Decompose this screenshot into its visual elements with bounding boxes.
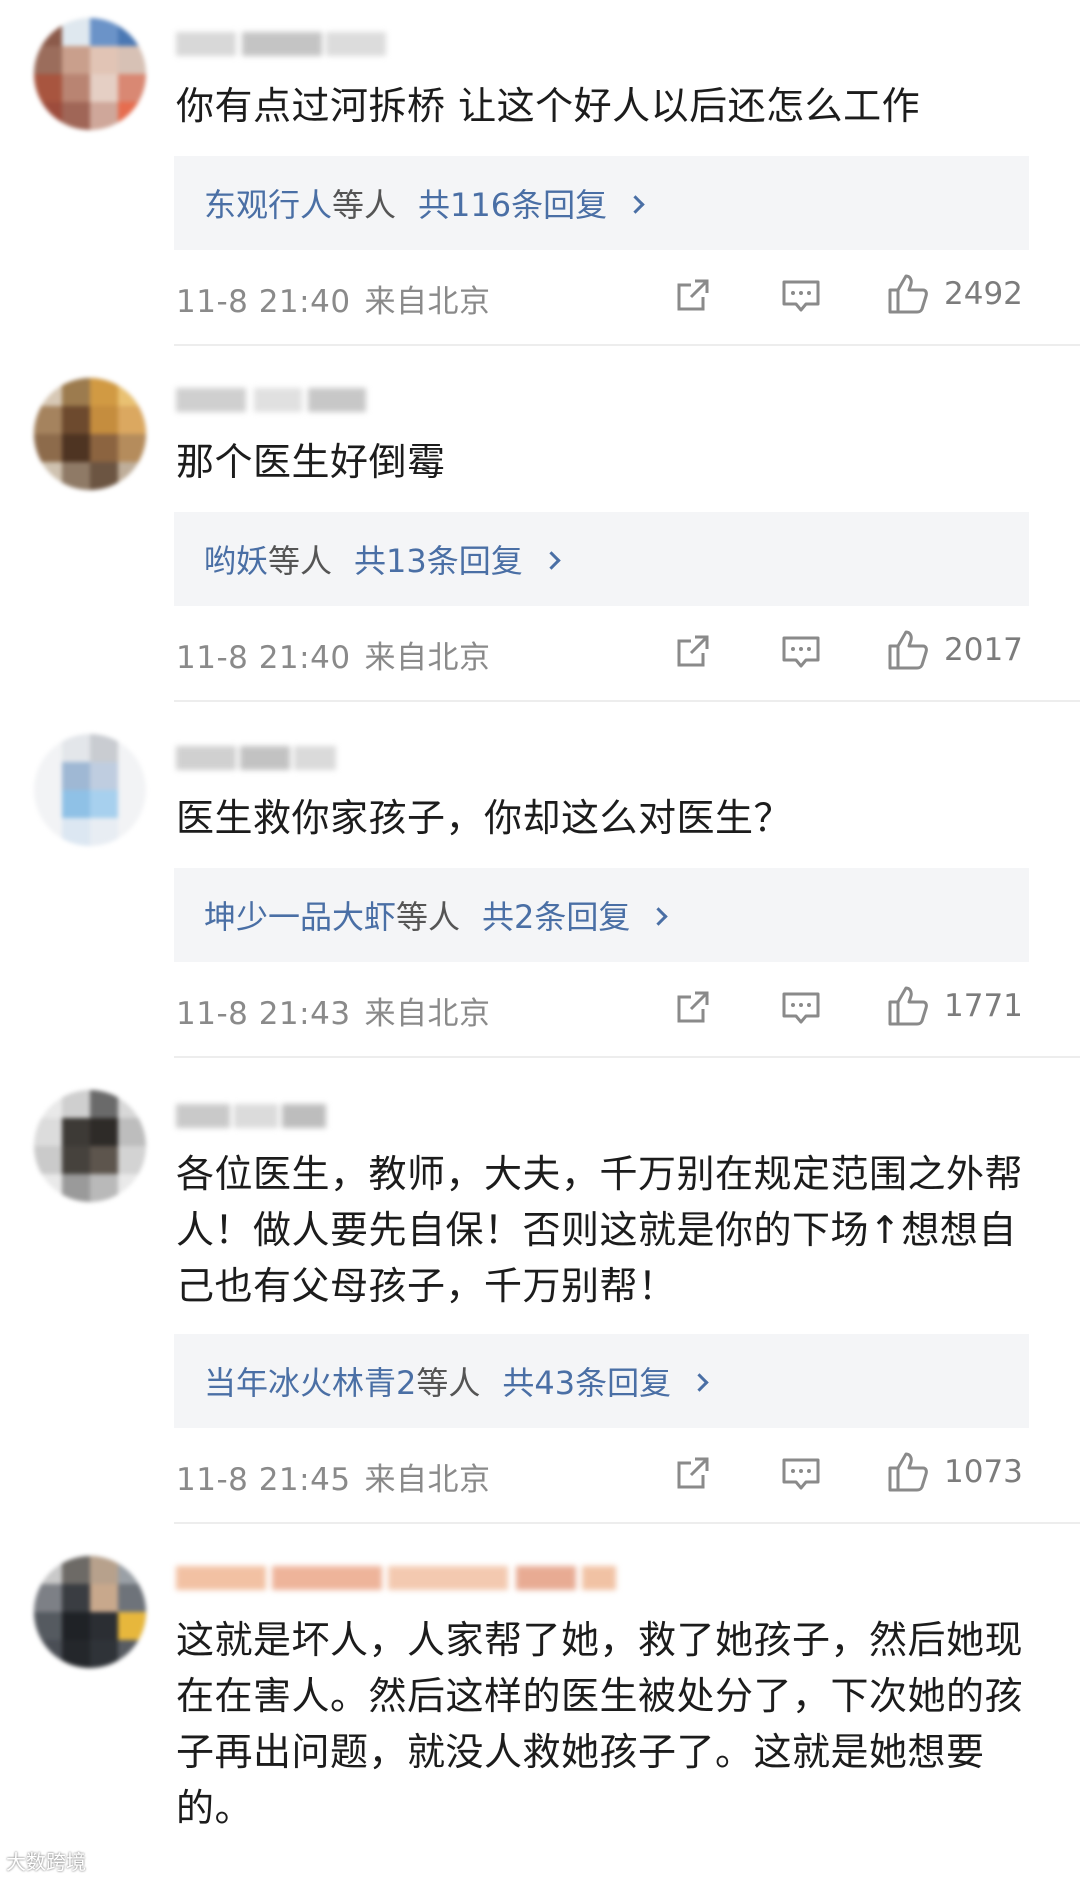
repost-icon bbox=[677, 991, 709, 1023]
repost-icon bbox=[677, 1457, 709, 1489]
comment-text: 医生救你家孩子，你却这么对医生？ bbox=[176, 796, 793, 840]
like-count: 2017 bbox=[944, 632, 1023, 668]
username-redacted[interactable] bbox=[176, 1560, 616, 1596]
like-icon bbox=[888, 1452, 928, 1492]
chevron-right-icon bbox=[542, 550, 561, 570]
timestamp: 11-8 21:40 bbox=[176, 284, 351, 320]
comment-icon bbox=[782, 280, 820, 312]
comment-text: 你有点过河拆桥 让这个好人以后还怎么工作 bbox=[176, 84, 921, 128]
comment-meta: 11-8 21:40 来自北京 bbox=[176, 276, 491, 321]
comment-icon bbox=[782, 1458, 820, 1490]
reply-count[interactable]: 共116条回复 bbox=[418, 180, 607, 226]
timestamp: 11-8 21:40 bbox=[176, 640, 351, 676]
replies-link[interactable]: 当年冰火林青2 等人 共43条回复 bbox=[174, 1334, 1029, 1428]
comment-meta: 11-8 21:40 来自北京 bbox=[176, 632, 491, 677]
like-button[interactable]: 2492 bbox=[886, 272, 1023, 316]
like-button[interactable]: 2017 bbox=[886, 628, 1023, 672]
repost-button[interactable] bbox=[673, 631, 713, 671]
replies-link[interactable]: 坤少一品大虾 等人 共2条回复 bbox=[174, 868, 1029, 962]
comment-button[interactable] bbox=[780, 632, 822, 672]
timestamp: 11-8 21:45 bbox=[176, 1462, 351, 1498]
replies-link[interactable]: 哟妖 等人 共13条回复 bbox=[174, 512, 1029, 606]
comment-text: 那个医生好倒霉 bbox=[176, 440, 446, 484]
chevron-right-icon bbox=[649, 906, 669, 926]
repost-button[interactable] bbox=[673, 275, 713, 315]
divider bbox=[174, 1056, 1080, 1058]
comment-text: 这就是坏人，人家帮了她，救了她孩子，然后她现在在害人。然后这样的医生被处分了，下… bbox=[176, 1618, 1024, 1830]
location: 来自北京 bbox=[364, 640, 491, 676]
comment-icon bbox=[782, 636, 820, 668]
divider bbox=[174, 344, 1080, 346]
avatar[interactable] bbox=[34, 1090, 146, 1202]
like-icon bbox=[888, 630, 928, 670]
reply-etc: 等人 bbox=[396, 898, 461, 936]
reply-names[interactable]: 东观行人 bbox=[204, 180, 332, 226]
username-redacted[interactable] bbox=[176, 382, 366, 418]
comment-button[interactable] bbox=[780, 1454, 822, 1494]
like-button[interactable]: 1771 bbox=[886, 984, 1023, 1028]
like-count: 2492 bbox=[944, 276, 1023, 312]
comment-text: 各位医生，教师，大夫，千万别在规定范围之外帮人！做人要先自保！否则这就是你的下场… bbox=[176, 1152, 1024, 1308]
like-count: 1073 bbox=[944, 1454, 1023, 1490]
comment-meta: 11-8 21:45 来自北京 bbox=[176, 1454, 491, 1499]
divider bbox=[174, 1522, 1080, 1524]
reply-etc: 等人 bbox=[268, 542, 333, 580]
username-redacted[interactable] bbox=[176, 740, 336, 776]
like-count: 1771 bbox=[944, 988, 1023, 1024]
avatar[interactable] bbox=[34, 378, 146, 490]
reply-names[interactable]: 坤少一品大虾 bbox=[204, 892, 396, 938]
username-redacted[interactable] bbox=[176, 26, 386, 62]
reply-count[interactable]: 共2条回复 bbox=[482, 892, 630, 938]
reply-count[interactable]: 共43条回复 bbox=[502, 1358, 671, 1404]
avatar[interactable] bbox=[34, 1556, 146, 1668]
like-icon bbox=[888, 274, 928, 314]
divider bbox=[174, 700, 1080, 702]
reply-count[interactable]: 共13条回复 bbox=[354, 536, 523, 582]
repost-icon bbox=[677, 635, 709, 667]
replies-link[interactable]: 东观行人 等人 共116条回复 bbox=[174, 156, 1029, 250]
like-button[interactable]: 1073 bbox=[886, 1450, 1023, 1494]
location: 来自北京 bbox=[364, 996, 491, 1032]
location: 来自北京 bbox=[364, 1462, 491, 1498]
reply-names[interactable]: 哟妖 bbox=[204, 536, 268, 582]
chevron-right-icon bbox=[690, 1372, 709, 1392]
like-icon bbox=[888, 986, 928, 1026]
comment-meta: 11-8 21:43 来自北京 bbox=[176, 988, 491, 1033]
avatar[interactable] bbox=[34, 734, 146, 846]
reply-etc: 等人 bbox=[416, 1364, 481, 1402]
chevron-right-icon bbox=[626, 194, 645, 214]
watermark: 大数跨境 bbox=[6, 1850, 86, 1874]
username-redacted[interactable] bbox=[176, 1098, 326, 1134]
comment-icon bbox=[782, 992, 820, 1024]
comment-button[interactable] bbox=[780, 276, 822, 316]
reply-etc: 等人 bbox=[332, 186, 397, 224]
repost-button[interactable] bbox=[673, 987, 713, 1027]
repost-icon bbox=[677, 279, 709, 311]
comment-button[interactable] bbox=[780, 988, 822, 1028]
avatar[interactable] bbox=[34, 18, 146, 130]
timestamp: 11-8 21:43 bbox=[176, 996, 351, 1032]
location: 来自北京 bbox=[364, 284, 491, 320]
reply-names[interactable]: 当年冰火林青2 bbox=[204, 1358, 416, 1404]
repost-button[interactable] bbox=[673, 1453, 713, 1493]
